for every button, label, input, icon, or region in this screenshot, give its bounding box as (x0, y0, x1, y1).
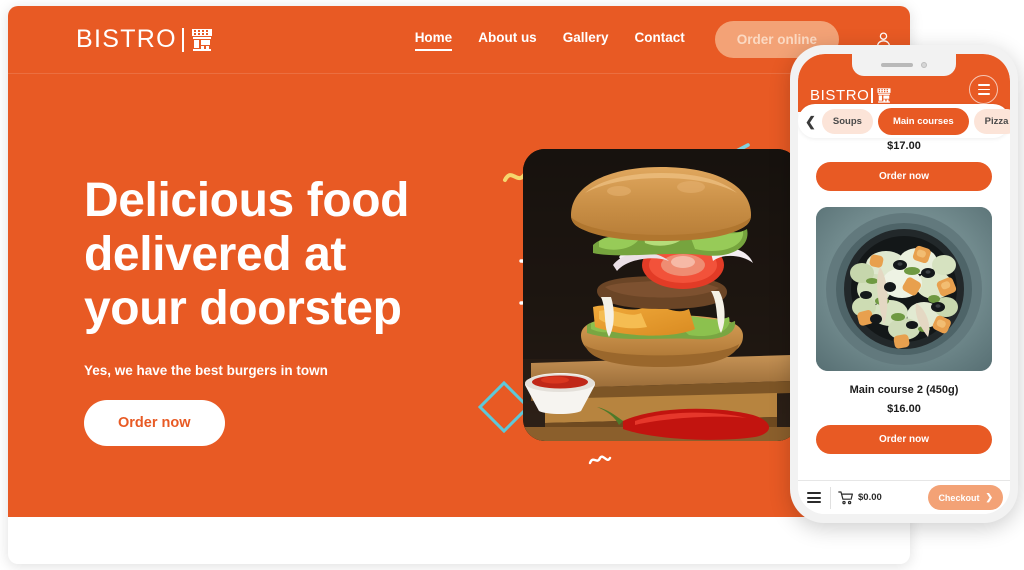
hamburger-icon[interactable] (969, 75, 998, 104)
cart-total: $0.00 (858, 492, 882, 503)
divider (830, 486, 831, 509)
phone-speaker (881, 63, 913, 67)
hero-copy: Delicious food delivered at your doorste… (84, 174, 504, 446)
checkout-button[interactable]: Checkout ❯ (928, 485, 1003, 510)
phone-mockup: BISTRO ❮ Soups Main courses Pizza $17.00… (790, 45, 1018, 523)
chevron-right-icon: ❯ (985, 492, 993, 502)
site-header: BISTRO Home About us Gallery Contact Ord… (8, 6, 910, 74)
caesar-salad-photo (816, 207, 992, 371)
hero-title-line-1: Delicious food (84, 174, 410, 227)
brand-wordmark: BISTRO (76, 25, 177, 53)
hero-title-line-3: your doorstep (84, 282, 402, 336)
list-item: $17.00 Order now (798, 140, 1010, 191)
dish-price: $17.00 (887, 140, 921, 152)
hero-burger-photo (523, 149, 799, 441)
category-chip-soups[interactable]: Soups (821, 108, 873, 134)
hero-section: BISTRO Home About us Gallery Contact Ord… (8, 6, 910, 517)
hamburger-icon[interactable] (805, 489, 823, 506)
category-chip-pizza[interactable]: Pizza (973, 108, 1010, 134)
brand-divider (181, 27, 184, 52)
cart-button[interactable]: $0.00 (838, 490, 882, 505)
dish-price: $16.00 (887, 403, 921, 415)
nav-link-contact[interactable]: Contact (634, 30, 684, 49)
category-tab-bar: ❮ Soups Main courses Pizza ❯ (798, 104, 1010, 138)
category-chip-main-courses[interactable]: Main courses (877, 107, 969, 135)
storefront-icon (877, 88, 891, 103)
hero-order-now-button[interactable]: Order now (84, 399, 225, 446)
storefront-icon (191, 28, 212, 51)
phone-camera-icon (921, 62, 927, 68)
nav-link-home[interactable]: Home (414, 30, 452, 51)
order-now-button[interactable]: Order now (816, 425, 992, 454)
phone-brand-logo[interactable]: BISTRO (810, 87, 892, 104)
brand-logo[interactable]: BISTRO (76, 27, 214, 53)
browser-window: BISTRO Home About us Gallery Contact Ord… (8, 6, 910, 564)
phone-menu-list[interactable]: $17.00 Order now Main course 2 (450g) $1… (798, 112, 1010, 480)
nav-link-gallery[interactable]: Gallery (563, 30, 609, 49)
page-title: Delicious food delivered at your doorste… (84, 174, 504, 337)
hero-title-line-2: delivered at (84, 228, 346, 282)
dish-name: Main course 2 (450g) (849, 384, 959, 396)
nav-link-about-us[interactable]: About us (478, 30, 537, 49)
chevron-left-icon[interactable]: ❮ (804, 115, 817, 128)
shopping-cart-icon (838, 490, 853, 504)
phone-notch (852, 54, 956, 76)
list-item: Main course 2 (450g) $16.00 Order now (816, 207, 992, 454)
white-squiggle-icon (588, 455, 612, 465)
order-now-button[interactable]: Order now (816, 162, 992, 191)
hero-subtitle: Yes, we have the best burgers in town (84, 362, 328, 378)
phone-brand-divider (871, 88, 873, 103)
checkout-label: Checkout (938, 492, 980, 503)
phone-bottom-bar: $0.00 Checkout ❯ (798, 480, 1010, 514)
phone-brand-wordmark: BISTRO (810, 87, 870, 104)
phone-screen: BISTRO ❮ Soups Main courses Pizza $17.00… (798, 54, 1010, 514)
